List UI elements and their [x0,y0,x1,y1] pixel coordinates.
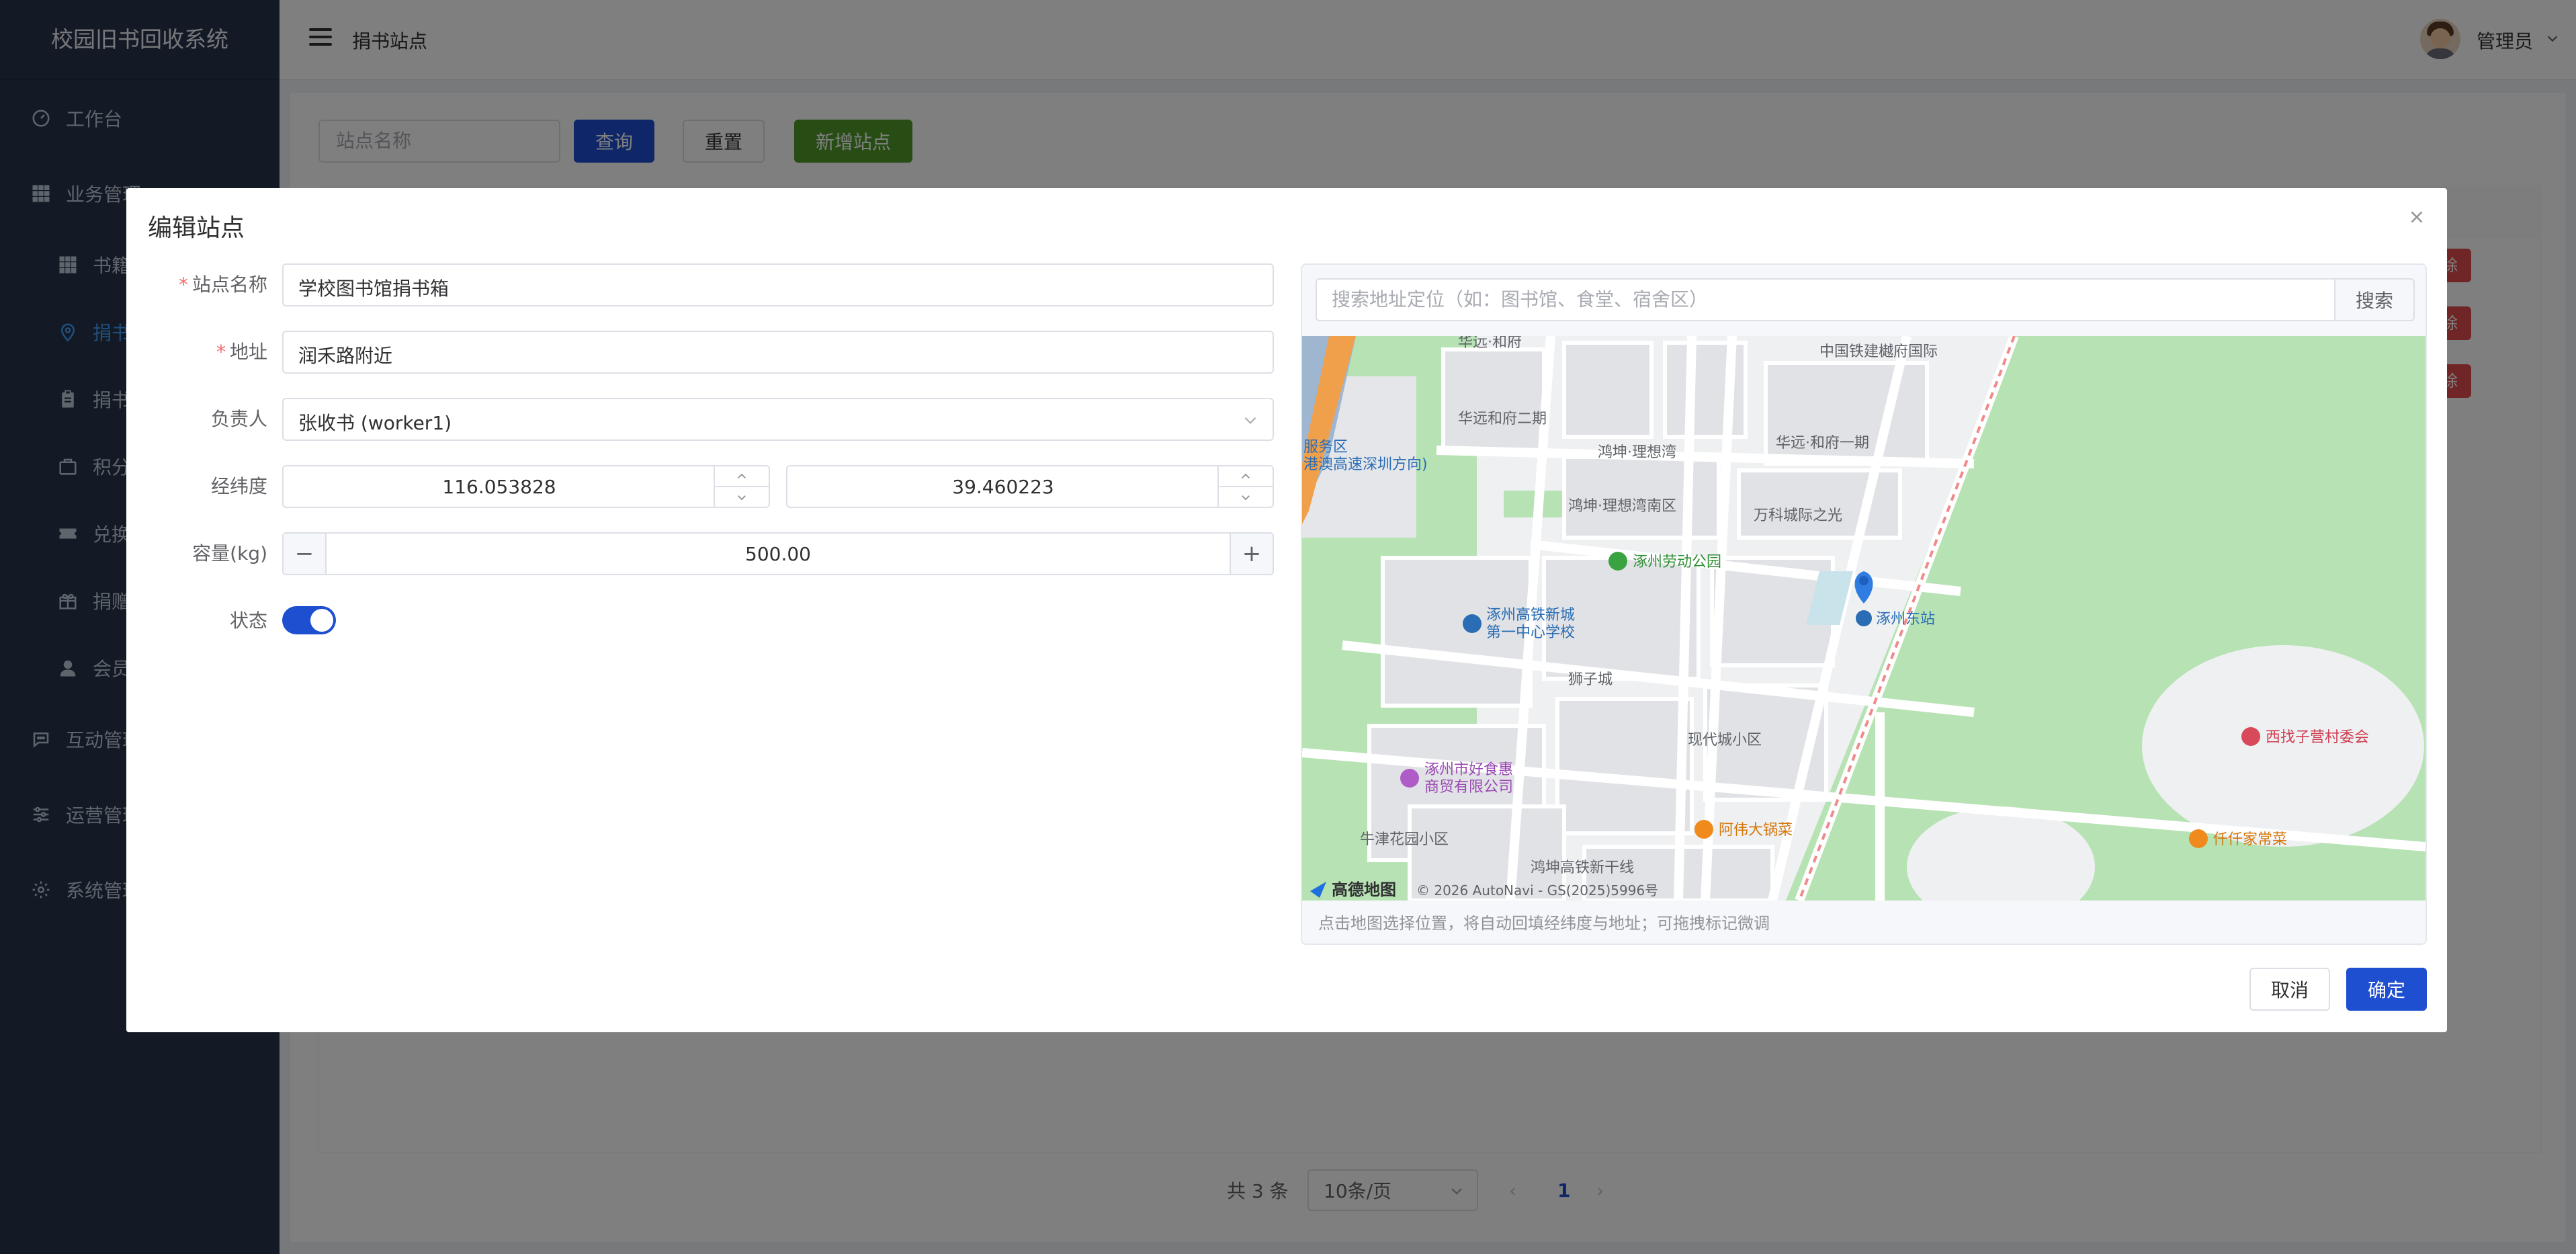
map-label: 华远和府二期 [1458,411,1547,427]
map-label: 仟仟家常菜 [2213,831,2287,848]
map-label: 涿州高铁新城 [1486,607,1575,624]
map-label: 鸿坤高铁新干线 [1531,860,1634,876]
longitude-field[interactable]: 116.053828 [282,465,770,508]
address-field[interactable]: 润禾路附近 [282,331,1274,374]
map-search-button[interactable]: 搜索 [2334,278,2415,321]
map-label: 阿伟大锅菜 [1719,822,1793,839]
manager-select[interactable]: 张收书 (worker1) [282,398,1274,441]
increase-icon[interactable] [1219,466,1273,487]
map-label: 华远·和府一期 [1776,435,1869,452]
map-search-input[interactable]: 搜索地址定位（如：图书馆、食堂、宿舍区） [1316,278,2335,321]
map-label: 鸿坤·理想湾 [1598,444,1676,461]
map-label: 现代城小区 [1688,732,1762,749]
map-copyright: © 2026 AutoNavi - GS(2025)5996号 [1416,882,1658,898]
lnglat-label: 经纬度 [210,475,267,497]
map-label: 牛津花园小区 [1360,831,1449,848]
map-label: 服务区 [1303,439,1348,456]
cancel-button[interactable]: 取消 [2249,968,2330,1011]
status-label: 状态 [229,610,267,632]
close-icon[interactable] [2407,207,2427,227]
capacity-label: 容量(kg) [192,542,267,565]
map-label: 鸿坤·理想湾南区 [1568,498,1676,515]
map-label: 港澳高速深圳方向) [1303,456,1428,473]
confirm-button[interactable]: 确定 [2346,968,2427,1011]
name-label: * 站点名称 [178,274,267,296]
capacity-stepper[interactable]: − 500.00 + [282,532,1274,575]
dialog-title: 编辑站点 [148,214,245,242]
manager-label: 负责人 [210,408,267,430]
map-logo: 高德地图 [1332,880,1396,899]
status-switch[interactable] [282,606,336,634]
decrease-icon[interactable] [715,487,769,507]
map-canvas[interactable]: 华远·和府 中国铁建樾府国际 华远和府二期 鸿坤·理想湾 华远·和府一期 鸿坤·… [1302,336,2425,901]
edit-station-dialog: 编辑站点 * 站点名称 学校图书馆捐书箱 * 地址 润禾路附近 负责人 张收书 (w… [126,188,2447,1032]
increase-button[interactable]: + [1230,534,1273,574]
map-label: 狮子城 [1568,671,1613,688]
map-label: 第一中心学校 [1486,624,1575,641]
address-label: * 地址 [216,341,267,363]
decrease-icon[interactable] [1219,487,1273,507]
number-spinner[interactable] [1217,466,1273,507]
map-label: 华远·和府 [1458,336,1522,351]
chevron-down-icon [1244,417,1256,424]
latitude-field[interactable]: 39.460223 [786,465,1274,508]
map-label: 涿州市好食惠 [1424,761,1513,778]
station-name-field[interactable]: 学校图书馆捐书箱 [282,263,1274,306]
map-panel: 搜索地址定位（如：图书馆、食堂、宿舍区） 搜索 华远·和府 中国铁建樾府国际 华… [1301,263,2427,945]
map-label: 万科城际之光 [1754,507,1842,524]
map-hint: 点击地图选择位置，将自动回填经纬度与地址；可拖拽标记微调 [1318,914,1770,933]
increase-icon[interactable] [715,466,769,487]
map-label: 涿州劳动公园 [1633,554,1721,571]
map-label: 商贸有限公司 [1424,779,1513,796]
number-spinner[interactable] [714,466,769,507]
map-label: 中国铁建樾府国际 [1819,343,1938,360]
map-label: 西找子营村委会 [2266,729,2369,746]
map-label: 涿州东站 [1876,611,1935,628]
